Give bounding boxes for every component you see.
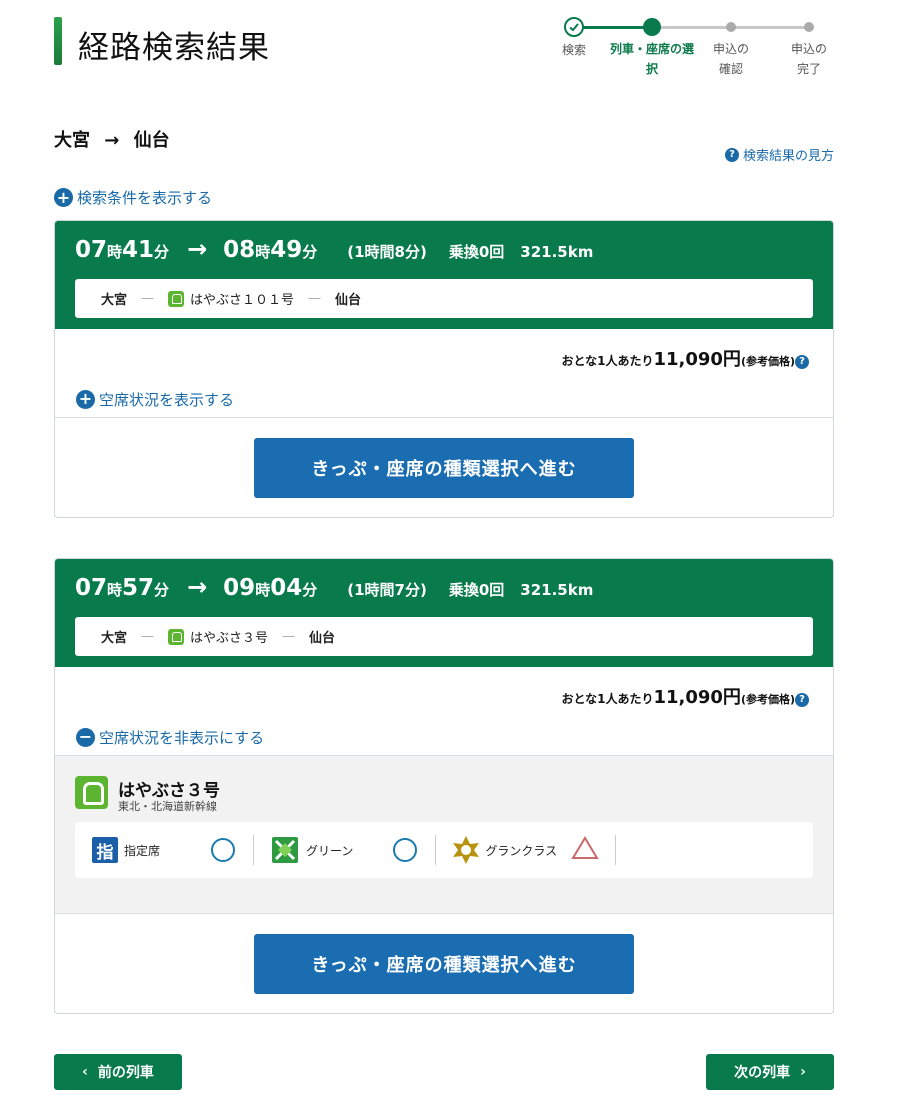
time-row: 07 時 41 分 → 08 時 49 分 (1時間8分) 乗換0回 321.5km xyxy=(75,235,594,263)
arrow-icon: → xyxy=(187,235,208,263)
train-icon xyxy=(168,628,185,645)
proceed-area: きっぷ・座席の種類選択へ進む xyxy=(55,913,833,1013)
available-circle-icon xyxy=(211,838,236,862)
next-train-button[interactable]: 次の列車 › xyxy=(706,1054,834,1090)
plus-icon: + xyxy=(76,389,95,409)
seat-gran-class: グランクラス xyxy=(451,835,599,865)
train-route-row: 大宮 — はやぶさ３号 — 仙台 xyxy=(75,617,813,656)
show-conditions-link[interactable]: + 検索条件を表示する xyxy=(54,187,212,208)
prev-train-button[interactable]: ‹ 前の列車 xyxy=(54,1054,182,1090)
question-icon: ? xyxy=(724,147,739,162)
price-amount: 11,090円 xyxy=(653,349,741,370)
step-dot xyxy=(804,22,814,32)
question-icon[interactable]: ? xyxy=(795,692,809,707)
proceed-area: きっぷ・座席の種類選択へ進む xyxy=(55,417,833,517)
train-icon xyxy=(168,290,185,307)
train-icon xyxy=(75,776,108,809)
proceed-button[interactable]: きっぷ・座席の種類選択へ進む xyxy=(254,934,634,994)
few-seats-triangle-icon xyxy=(571,836,599,864)
plus-icon: + xyxy=(54,188,73,207)
result-header: 07 時 41 分 → 08 時 49 分 (1時間8分) 乗換0回 321.5km 大宮 … xyxy=(55,221,833,329)
chevron-right-icon: › xyxy=(800,1064,806,1080)
help-link[interactable]: ? 検索結果の見方 xyxy=(724,145,834,164)
availability-toggle[interactable]: − 空席状況を非表示にする xyxy=(55,707,833,755)
route-heading: 大宮 → 仙台 xyxy=(54,130,170,151)
step-search: 検索 xyxy=(534,14,614,60)
availability-line-name: 東北・北海道新幹線 xyxy=(118,800,217,813)
time-row: 07 時 57 分 → 09 時 04 分 (1時間7分) 乗換0回 321.5km xyxy=(75,573,594,601)
reserved-seat-icon: 指 xyxy=(92,837,118,863)
result-header: 07 時 57 分 → 09 時 04 分 (1時間7分) 乗換0回 321.5km 大宮 … xyxy=(55,559,833,667)
result-card: 07 時 41 分 → 08 時 49 分 (1時間8分) 乗換0回 321.5km 大宮 … xyxy=(54,220,834,518)
gran-class-icon xyxy=(451,835,481,865)
step-confirm: 申込の確認 xyxy=(691,14,771,79)
step-dot xyxy=(726,22,736,32)
price-amount: 11,090円 xyxy=(653,687,741,708)
title-accent-bar xyxy=(54,17,62,65)
result-card: 07 時 57 分 → 09 時 04 分 (1時間7分) 乗換0回 321.5km 大宮 … xyxy=(54,558,834,1014)
train-route-row: 大宮 — はやぶさ１０１号 — 仙台 xyxy=(75,279,813,318)
price-row: おとな1人あたり11,090円(参考価格)? xyxy=(55,667,833,708)
proceed-button[interactable]: きっぷ・座席の種類選択へ進む xyxy=(254,438,634,498)
availability-panel: はやぶさ３号 東北・北海道新幹線 指 指定席 グリーン グランクラス xyxy=(55,755,833,913)
step-complete: 申込の完了 xyxy=(769,14,849,79)
availability-toggle[interactable]: + 空席状況を表示する xyxy=(55,369,833,417)
check-icon xyxy=(564,17,584,37)
step-train-select: 列車・座席の選択 xyxy=(610,14,694,79)
minus-icon: − xyxy=(76,727,95,747)
seat-reserved: 指 指定席 xyxy=(92,835,236,865)
progress-steps: 検索 列車・座席の選択 申込の確認 申込の完了 xyxy=(540,14,850,94)
chevron-left-icon: ‹ xyxy=(82,1064,88,1080)
price-row: おとな1人あたり11,090円(参考価格)? xyxy=(55,329,833,370)
step-current-dot xyxy=(643,18,661,36)
page-title: 経路検索結果 xyxy=(78,30,270,66)
seat-availability: 指 指定席 グリーン グランクラス xyxy=(75,822,813,878)
arrow-icon: → xyxy=(187,573,208,601)
question-icon[interactable]: ? xyxy=(795,354,809,369)
green-car-icon xyxy=(272,837,299,863)
seat-green: グリーン xyxy=(272,835,418,865)
available-circle-icon xyxy=(393,838,418,862)
